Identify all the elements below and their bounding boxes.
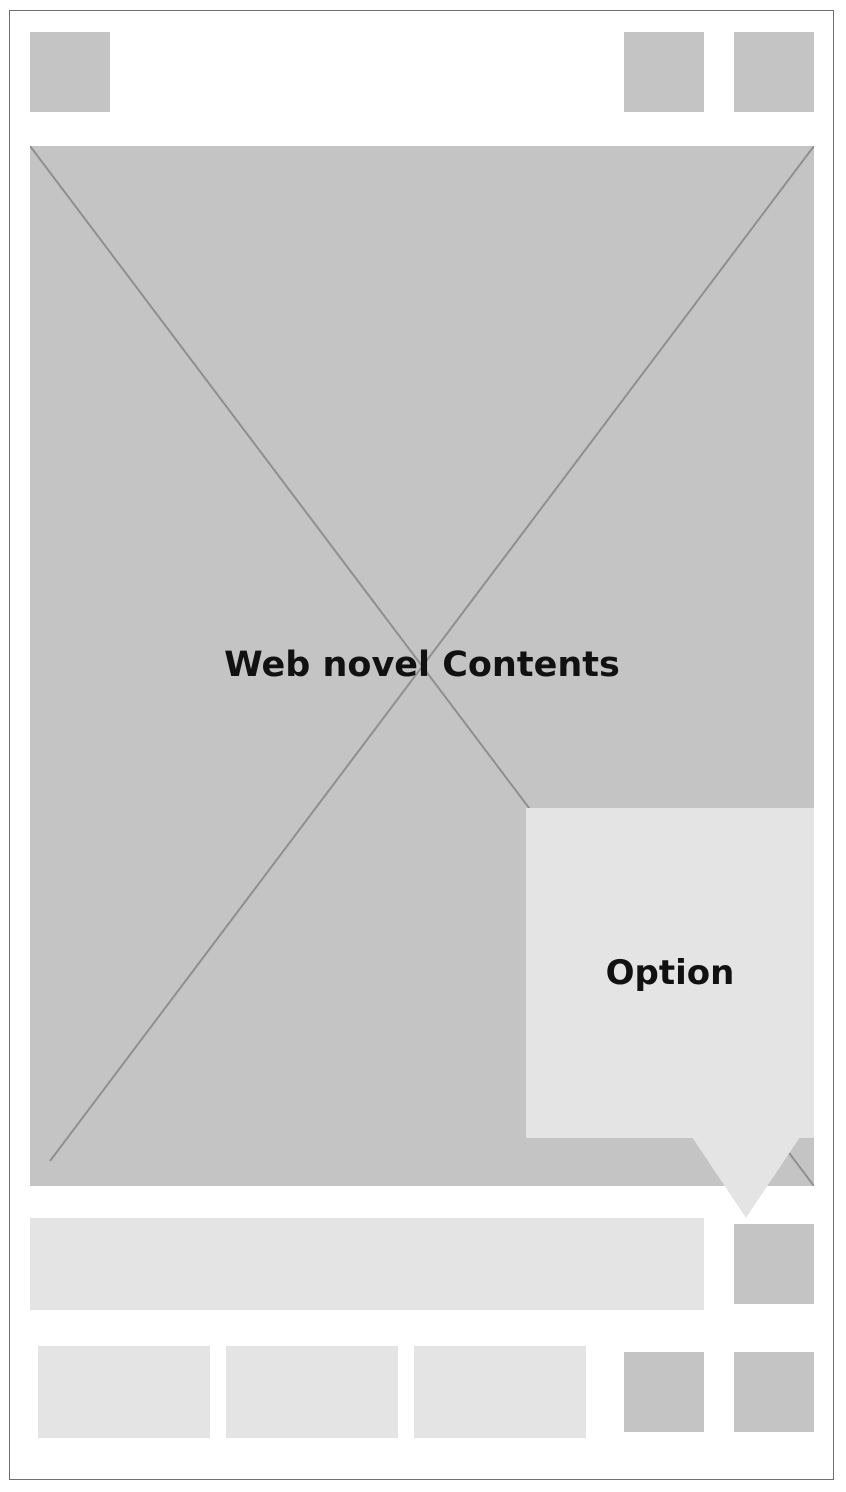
progress-bar[interactable] <box>30 1218 704 1310</box>
bottom-button-1[interactable] <box>624 1352 704 1432</box>
option-popup[interactable]: Option <box>526 808 814 1138</box>
content-label: Web novel Contents <box>224 645 620 685</box>
bottom-tab-3[interactable] <box>414 1346 586 1438</box>
bottom-tab-1[interactable] <box>38 1346 210 1438</box>
top-right-button-1[interactable] <box>624 32 704 112</box>
top-right-button-2[interactable] <box>734 32 814 112</box>
top-left-button[interactable] <box>30 32 110 112</box>
option-button[interactable] <box>734 1224 814 1304</box>
bottom-tab-2[interactable] <box>226 1346 398 1438</box>
option-label: Option <box>605 953 735 993</box>
option-popup-pointer <box>692 1137 800 1218</box>
bottom-button-2[interactable] <box>734 1352 814 1432</box>
